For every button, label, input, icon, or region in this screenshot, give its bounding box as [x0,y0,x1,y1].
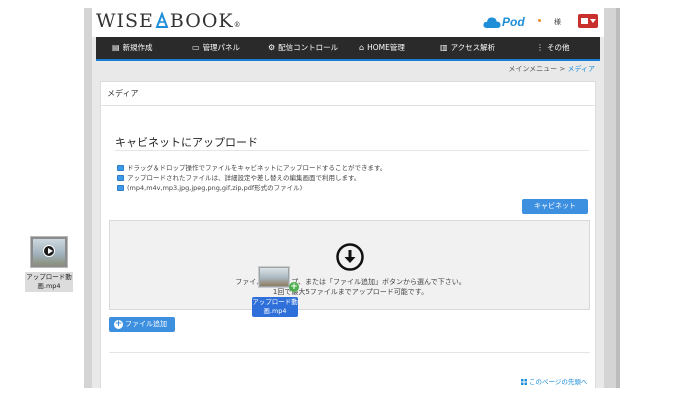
wisebook-logo[interactable]: WISE BOOK® [96,10,242,32]
nav-item-analytics[interactable]: ▥ アクセス解析 [440,37,495,59]
cabinet-button[interactable]: キャビネット [522,199,588,214]
nav-item-admin-panel[interactable]: ▭ 管理パネル [192,37,240,59]
section-title: キャビネットにアップロード [115,136,258,149]
section-divider [115,150,589,151]
nav-item-more[interactable]: ⋮ その他 [536,37,570,59]
nav-item-label: 管理パネル [202,43,241,52]
desktop: WISE BOOK® Pod 様 ▤ 新規作成 ▭ 管理パネル ⚙ 配信コントロ… [0,0,690,400]
nav-item-label: その他 [547,43,570,52]
chart-icon: ▥ [440,43,448,52]
pod-logo[interactable]: Pod [483,15,525,30]
nav-item-distribution[interactable]: ⚙ 配信コントロール [268,37,338,59]
info-line: (mp4,m4v,mp3,jpg,jpeg,png,gif,zip,pdf形式の… [117,182,302,192]
user-name-label: 様 [554,18,561,26]
breadcrumb-parent[interactable]: メインメニュー [508,65,557,73]
window-shadow-right [604,8,616,388]
home-icon: ⌂ [359,43,365,52]
grid-icon [521,379,527,385]
nav-item-label: HOME管理 [367,43,405,52]
browser-page: WISE BOOK® Pod 様 ▤ 新規作成 ▭ 管理パネル ⚙ 配信コントロ… [92,8,604,388]
video-thumbnail [260,268,288,286]
desktop-file-name[interactable]: アップロード動画.mp4 [25,272,73,292]
cloud-icon [483,17,501,28]
copy-plus-icon: + [289,282,299,292]
media-panel: メディア キャビネットにアップロード ドラッグ＆ドロップ操作でファイルをキャビネ… [100,81,596,388]
site-header: WISE BOOK® Pod 様 [92,8,604,37]
add-file-button[interactable]: + ファイル追加 [109,317,175,332]
user-menu-button[interactable] [578,14,598,28]
breadcrumb-separator: > [557,65,568,73]
nav-item-label: アクセス解析 [450,43,496,52]
monitor-icon [117,175,124,181]
main-nav: ▤ 新規作成 ▭ 管理パネル ⚙ 配信コントロール ⌂ HOME管理 ▥ アクセス解析 ⋮… [96,37,600,61]
info-line: ドラッグ＆ドロップ操作でファイルをキャビネットにアップロードすることができます。 [117,162,386,172]
more-icon: ⋮ [536,43,544,52]
desktop-video-file-icon[interactable] [30,236,68,268]
info-text: ドラッグ＆ドロップ操作でファイルをキャビネットにアップロードすることができます。 [127,164,387,172]
bottom-divider [109,352,590,353]
monitor-icon [117,185,124,191]
new-document-icon: ▤ [112,43,120,52]
info-text: (mp4,m4v,mp3,jpg,jpeg,png,gif,zip,pdf形式の… [127,184,303,192]
nav-item-home[interactable]: ⌂ HOME管理 [359,37,405,59]
breadcrumb-current: メディア [567,65,595,73]
page-top-label: このページの先頭へ [529,378,588,386]
info-text: アップロードされたファイルは、詳細設定や差し替えの編集画面で利用します。 [127,174,361,182]
dragged-file-thumbnail [258,266,290,288]
panel-title: メディア [101,82,595,106]
info-line: アップロードされたファイルは、詳細設定や差し替えの編集画面で利用します。 [117,172,360,182]
logo-text-left: WISE [96,10,154,32]
nav-item-label: 配信コントロール [278,43,339,52]
download-arrow-icon [336,243,364,271]
dropzone-instruction: ファイルをドロップ、または「ファイル追加」ボタンから選んで下さい。 [235,278,466,286]
file-dropzone[interactable]: ファイルをドロップ、または「ファイル追加」ボタンから選んで下さい。 1回で最大5… [109,220,590,310]
user-status-dot [538,19,541,22]
add-file-label: ファイル追加 [125,320,167,328]
dragged-file-name: アップロード動画.mp4 [252,297,298,317]
book-mark-icon [155,11,169,28]
window-shadow-left [84,8,92,388]
dropzone-limit-note: 1回で最大5ファイルまでアップロード可能です。 [272,288,429,296]
page-top-link[interactable]: このページの先頭へ [521,376,587,386]
logo-trademark: ® [233,21,242,29]
distribution-icon: ⚙ [268,43,276,52]
play-icon [43,245,55,257]
logo-text-right: BOOK [169,10,234,32]
chevron-down-icon [590,19,596,23]
nav-item-new[interactable]: ▤ 新規作成 [112,37,153,59]
window-edge-right [616,8,620,388]
nav-item-label: 新規作成 [122,43,153,52]
pod-label: Pod [502,15,525,29]
monitor-icon: ▭ [192,43,200,52]
plus-icon: + [114,319,123,329]
breadcrumb: メインメニュー > メディア [92,64,595,74]
user-menu-icon [581,18,588,24]
monitor-icon [117,165,124,171]
